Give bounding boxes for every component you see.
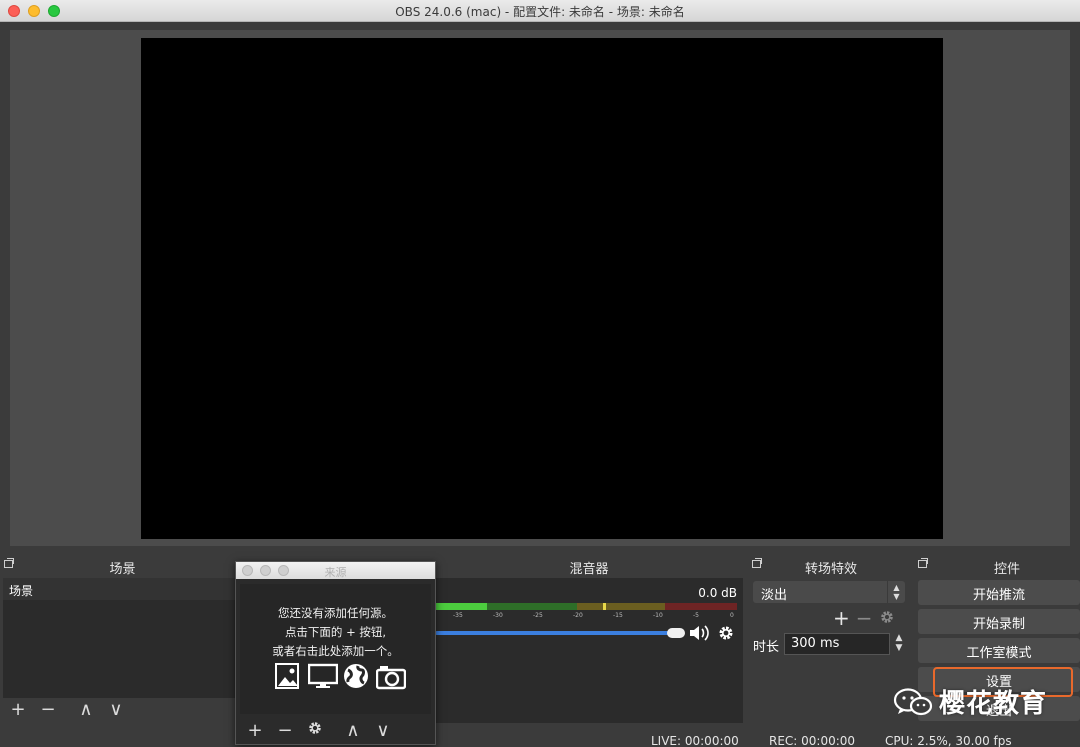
scenes-list[interactable]: 场景 xyxy=(3,578,243,698)
mixer-dock-title: 混音器 xyxy=(569,562,609,577)
cpu-status: CPU: 2.5%, 30.00 fps xyxy=(885,734,1012,747)
live-status: LIVE: 00:00:00 xyxy=(651,734,739,747)
transitions-dock-header: 转场特效 xyxy=(748,556,914,577)
transitions-dock-title: 转场特效 xyxy=(804,562,857,577)
meter-tick-label: -35 xyxy=(453,612,463,619)
transition-properties-button[interactable] xyxy=(879,606,895,630)
window-title: OBS 24.0.6 (mac) - 配置文件: 未命名 - 场景: 未命名 xyxy=(395,5,685,19)
transition-select-value: 淡出 xyxy=(761,588,788,603)
add-scene-button[interactable]: + xyxy=(3,699,33,720)
gear-icon xyxy=(880,611,893,623)
watermark: 樱花教育 xyxy=(893,683,1047,720)
sources-hint-line: 或者右击此处添加一个。 xyxy=(272,644,399,658)
sources-title: 来源 xyxy=(324,566,347,579)
add-transition-button[interactable]: + xyxy=(833,606,850,630)
controls-dock-title: 控件 xyxy=(993,562,1020,577)
remove-transition-button[interactable]: − xyxy=(856,606,873,630)
rec-status: REC: 00:00:00 xyxy=(769,734,856,747)
dock-float-icon[interactable] xyxy=(918,558,928,568)
move-scene-up-button[interactable]: ∧ xyxy=(71,699,101,720)
start-recording-button[interactable]: 开始录制 xyxy=(918,609,1080,634)
scenes-dock-header: 场景 xyxy=(0,556,245,577)
title-bar: OBS 24.0.6 (mac) - 配置文件: 未命名 - 场景: 未命名 xyxy=(0,0,1080,22)
preview-area xyxy=(10,30,1070,546)
transition-select[interactable]: 淡出 ▲ ▼ xyxy=(753,581,905,603)
sources-hint-line: 您还没有添加任何源。 xyxy=(278,606,393,620)
scene-list-item[interactable]: 场景 xyxy=(3,578,243,600)
wechat-icon xyxy=(893,687,933,715)
duration-label: 时长 xyxy=(753,640,780,655)
mixer-panel: 0.0 dB -35 -30 -25 -20 -15 -10 -5 0 xyxy=(435,578,743,723)
watermark-text: 樱花教育 xyxy=(939,689,1048,719)
meter-tick-label: -10 xyxy=(653,612,663,619)
source-type-icons xyxy=(274,662,406,690)
sources-empty-hint: 您还没有添加任何源。 点击下面的 + 按钮, 或者右击此处添加一个。 xyxy=(240,604,431,661)
audio-level-meter xyxy=(435,603,737,610)
scenes-toolbar: + − ∧ ∨ xyxy=(3,697,131,721)
meter-tick-label: -30 xyxy=(493,612,503,619)
controls-dock-header: 控件 xyxy=(914,556,1080,577)
image-icon xyxy=(275,663,299,689)
meter-tick-label: -25 xyxy=(533,612,543,619)
volume-slider-handle[interactable] xyxy=(667,628,685,638)
globe-icon xyxy=(344,664,368,688)
volume-db-readout: 0.0 dB xyxy=(698,586,737,600)
sources-window: 来源 您还没有添加任何源。 点击下面的 + 按钮, 或者右击此处添加一个。 + … xyxy=(235,561,436,745)
meter-tick-label: -5 xyxy=(693,612,699,619)
mixer-dock-header: 混音器 xyxy=(435,556,743,577)
move-scene-down-button[interactable]: ∨ xyxy=(101,699,131,720)
volume-slider[interactable] xyxy=(435,631,675,635)
remove-scene-button[interactable]: − xyxy=(33,699,63,720)
duration-input[interactable]: 300 ms xyxy=(784,633,890,655)
camera-icon xyxy=(376,666,406,690)
meter-ticks: -35 -30 -25 -20 -15 -10 -5 0 xyxy=(435,612,737,620)
meter-tick-label: 0 xyxy=(730,612,734,619)
meter-tick-label: -15 xyxy=(613,612,623,619)
duration-stepper[interactable]: ▲ ▼ xyxy=(891,633,907,655)
status-bar: LIVE: 00:00:00 REC: 00:00:00 CPU: 2.5%, … xyxy=(0,732,1080,747)
sources-hint-line: 点击下面的 + 按钮, xyxy=(284,625,387,639)
meter-tick-label: -20 xyxy=(573,612,583,619)
scenes-dock-title: 场景 xyxy=(109,562,136,577)
speaker-icon[interactable] xyxy=(689,624,711,646)
display-icon xyxy=(308,663,338,688)
gear-icon[interactable] xyxy=(717,624,735,646)
start-streaming-button[interactable]: 开始推流 xyxy=(918,580,1080,605)
sources-title-bar: 来源 xyxy=(236,562,435,579)
studio-mode-button[interactable]: 工作室模式 xyxy=(918,638,1080,663)
transition-tools: + − xyxy=(833,606,895,630)
chevron-updown-icon: ▲ ▼ xyxy=(887,581,905,603)
obs-window: OBS 24.0.6 (mac) - 配置文件: 未命名 - 场景: 未命名 场… xyxy=(0,0,1080,747)
sources-list[interactable]: 您还没有添加任何源。 点击下面的 + 按钮, 或者右击此处添加一个。 xyxy=(240,584,431,714)
preview-canvas[interactable] xyxy=(141,38,943,539)
